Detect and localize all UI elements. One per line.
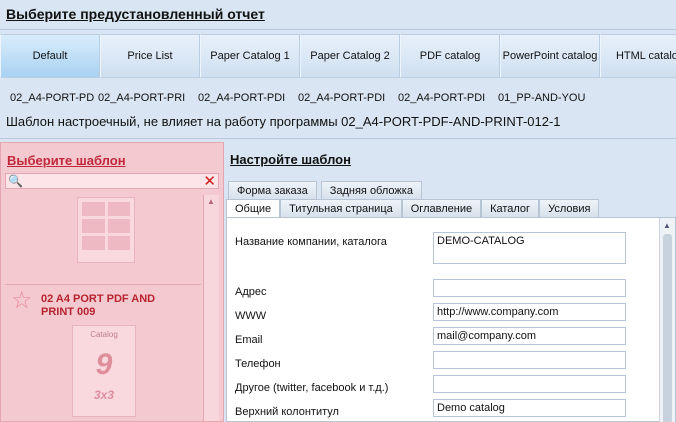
tab-title-page[interactable]: Титульная страница — [280, 199, 402, 217]
report-code: 01_PP-AND-YOU — [498, 92, 586, 104]
www-label: WWW — [235, 310, 267, 322]
scrollbar-thumb[interactable] — [663, 234, 672, 422]
report-code: 02_A4-PORT-PD — [10, 92, 95, 104]
template-item-label: 02 A4 PORT PDF AND PRINT 009 — [41, 293, 156, 318]
www-field[interactable] — [433, 303, 626, 321]
report-tab-default[interactable]: Default — [0, 34, 100, 78]
star-icon[interactable]: ☆ — [11, 289, 33, 313]
settings-tabs-row-2: Общие Титульная страница Оглавление Ката… — [226, 199, 600, 218]
close-icon[interactable]: ✕ — [203, 172, 216, 190]
email-field[interactable] — [433, 327, 626, 345]
configure-template-title: Настройте шаблон — [230, 152, 351, 167]
thumbnail-number: 9 — [95, 348, 113, 381]
preset-report-title: Выберите предустановленный отчет — [6, 6, 265, 22]
report-tab-powerpoint-catalog[interactable]: PowerPoint catalog — [500, 34, 600, 78]
binoculars-icon[interactable]: 🔍 — [8, 174, 23, 188]
template-item[interactable] — [5, 195, 201, 285]
template-list-scrollbar[interactable]: ▲ — [203, 195, 219, 421]
report-tab-price-list[interactable]: Price List — [100, 34, 200, 78]
report-tab-paper-catalog-1[interactable]: Paper Catalog 1 — [200, 34, 300, 78]
tab-order-form[interactable]: Форма заказа — [228, 181, 317, 199]
company-name-label: Название компании, каталога — [235, 236, 387, 248]
template-thumbnail: Catalog 9 3x3 — [72, 325, 136, 417]
tab-contents[interactable]: Оглавление — [401, 199, 482, 217]
template-list: ☆ 02 A4 PORT PDF AND PRINT 009 Catalog 9… — [5, 195, 201, 421]
template-picker-pane: Выберите шаблон 🔍 ✕ ☆ 02 A4 PORT PDF AND… — [0, 142, 224, 422]
scroll-up-icon[interactable]: ▲ — [663, 221, 671, 230]
template-search-bar[interactable]: 🔍 ✕ — [5, 172, 219, 190]
header-label: Верхний колонтитул — [235, 406, 339, 418]
report-tabs: Default Price List Paper Catalog 1 Paper… — [0, 34, 676, 78]
report-code: 02_A4-PORT-PDI — [298, 92, 386, 104]
address-label: Адрес — [235, 286, 267, 298]
scroll-up-icon[interactable]: ▲ — [207, 197, 215, 206]
template-item[interactable]: ☆ 02 A4 PORT PDF AND PRINT 009 Catalog 9… — [5, 285, 201, 421]
header-field[interactable] — [433, 399, 626, 417]
company-name-field[interactable]: DEMO-CATALOG — [433, 232, 626, 264]
report-tab-paper-catalog-2[interactable]: Paper Catalog 2 — [300, 34, 400, 78]
report-tab-pdf-catalog[interactable]: PDF catalog — [400, 34, 500, 78]
thumbnail-subtitle: 3x3 — [93, 388, 115, 402]
report-tab-html-catalog[interactable]: HTML catalog — [600, 34, 676, 78]
tab-catalog[interactable]: Каталог — [481, 199, 540, 217]
choose-template-title: Выберите шаблон — [7, 153, 126, 168]
email-label: Email — [235, 334, 263, 346]
form-scrollbar[interactable]: ▲ — [659, 218, 675, 422]
template-info-text: Шаблон настроечный, не влияет на работу … — [6, 114, 561, 129]
address-field[interactable] — [433, 279, 626, 297]
settings-tabs-row-1: Форма заказа Задняя обложка — [228, 181, 422, 199]
divider — [0, 29, 676, 30]
phone-label: Телефон — [235, 358, 281, 370]
phone-field[interactable] — [433, 351, 626, 369]
thumbnail-title: Catalog — [90, 330, 118, 339]
report-code: 02_A4-PORT-PRI — [98, 92, 186, 104]
report-codes-row: 02_A4-PORT-PD 02_A4-PORT-PRI 02_A4-PORT-… — [0, 92, 676, 106]
tab-general[interactable]: Общие — [226, 199, 281, 218]
tab-conditions[interactable]: Условия — [539, 199, 600, 217]
other-contacts-field[interactable] — [433, 375, 626, 393]
general-settings-form: Название компании, каталога DEMO-CATALOG… — [226, 217, 676, 422]
template-thumbnail — [77, 197, 135, 263]
report-code: 02_A4-PORT-PDI — [398, 92, 486, 104]
other-contacts-label: Другое (twitter, facebook и т.д.) — [235, 382, 389, 394]
tab-back-cover[interactable]: Задняя обложка — [320, 181, 422, 199]
report-code: 02_A4-PORT-PDI — [198, 92, 286, 104]
divider — [0, 138, 676, 139]
